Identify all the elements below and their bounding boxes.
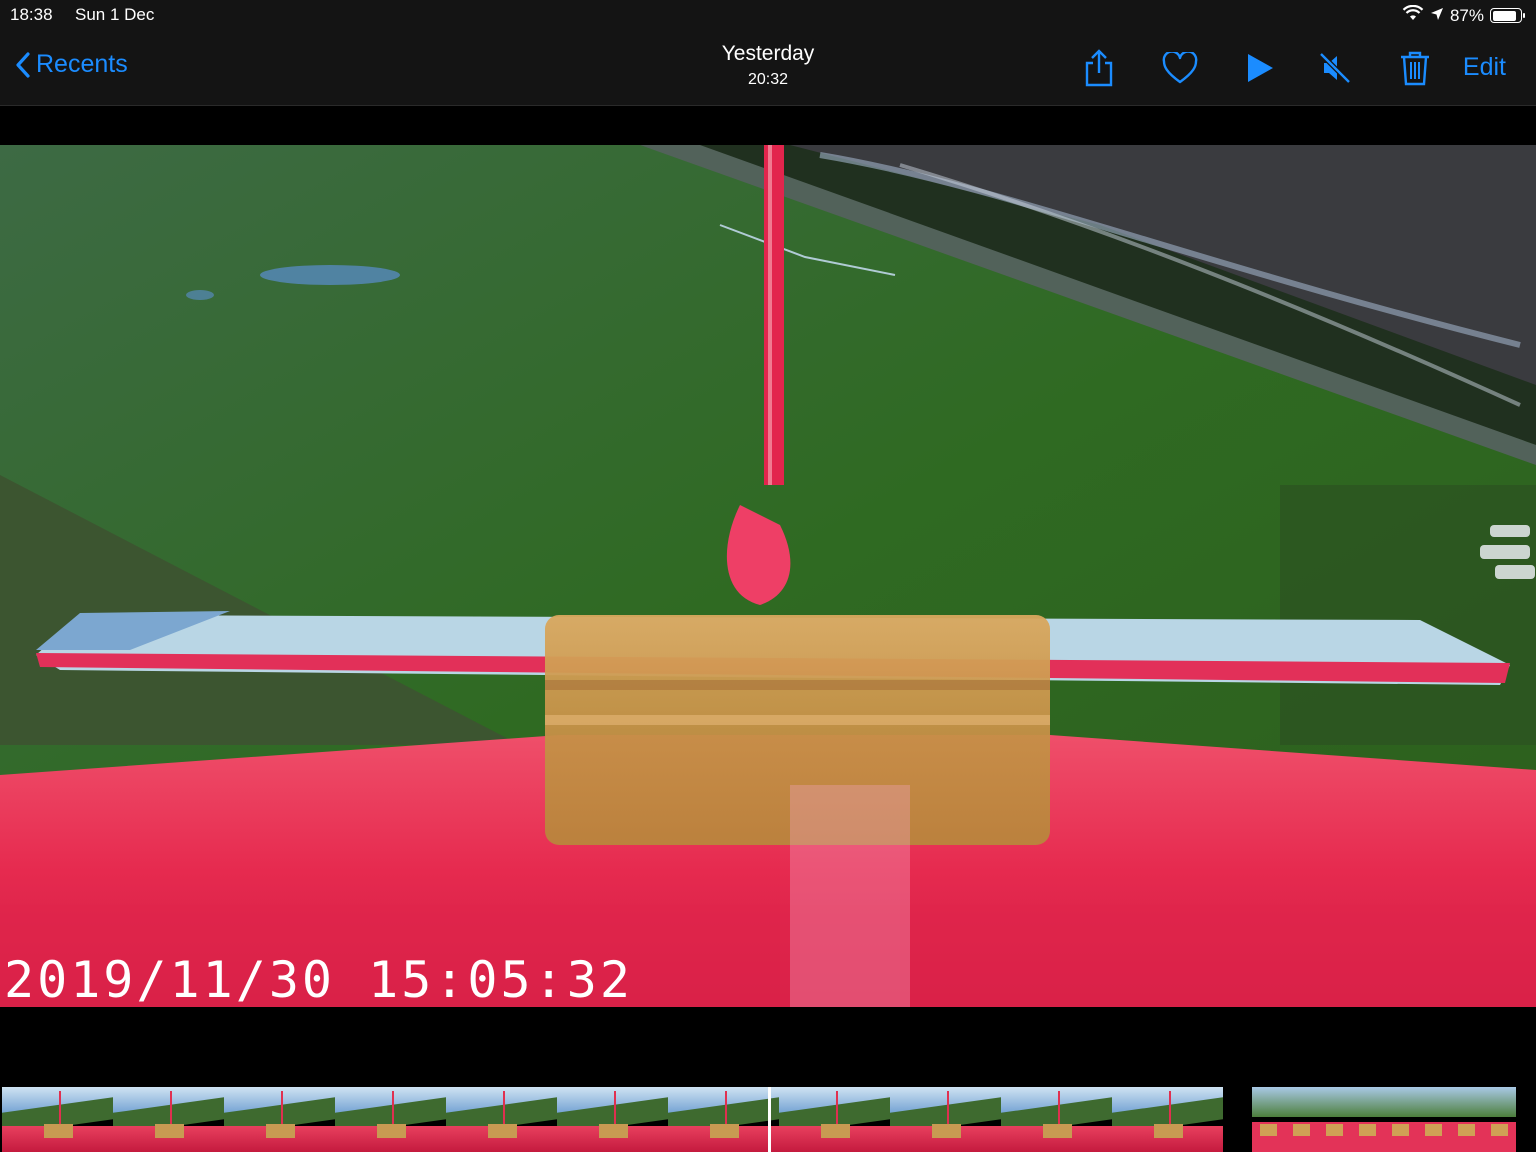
scrubber-frame [1001,1087,1112,1152]
scrubber-frame-mini [1384,1087,1417,1152]
back-button[interactable]: Recents [16,50,128,79]
playhead[interactable] [768,1087,771,1152]
trash-icon [1401,51,1429,86]
chevron-left-icon [16,51,30,78]
scrubber-frame [2,1087,113,1152]
scrubber-frame-mini [1351,1087,1384,1152]
status-bar: 18:38 Sun 1 Dec 87% [0,0,1536,30]
wifi-icon [1402,4,1424,26]
video-scrubber[interactable] [0,1087,1536,1152]
share-icon [1085,49,1113,87]
scrubber-frame [224,1087,335,1152]
battery-percent: 87% [1449,5,1484,25]
status-time: 18:38 [10,5,53,24]
battery-icon [1490,8,1525,23]
delete-button[interactable] [1395,48,1435,88]
video-timestamp: 2019/11/30 15:05:32 [4,951,633,1007]
mute-icon [1319,52,1351,84]
scrubber-frame-mini [1318,1087,1351,1152]
play-icon [1248,54,1273,82]
scrubber-frame-mini [1285,1087,1318,1152]
scrubber-frame [335,1087,446,1152]
scrubber-frame-mini [1252,1087,1285,1152]
scrubber-frame-mini [1450,1087,1483,1152]
scrubber-frame [1112,1087,1223,1152]
scrubber-frame [779,1087,890,1152]
heart-icon [1162,52,1198,84]
scrubber-frame [446,1087,557,1152]
status-indicators: 87% [1402,4,1525,26]
scrubber-frame [113,1087,224,1152]
favorite-button[interactable] [1160,48,1200,88]
location-icon [1430,6,1444,26]
video-frame[interactable]: 2019/11/30 15:05:32 [0,145,1536,1007]
scrubber-frame-mini [1417,1087,1450,1152]
scrubber-frame [890,1087,1001,1152]
status-date: Sun 1 Dec [75,5,155,24]
title-time: 20:32 [747,71,789,88]
scrubber-frame [557,1087,668,1152]
video-image [0,145,1536,1007]
title-date: Yesterday [721,42,815,65]
share-button[interactable] [1079,48,1119,88]
scrubber-frame [668,1087,779,1152]
scrubber-frame-mini [1483,1087,1516,1152]
play-button[interactable] [1240,48,1280,88]
nav-bar: Recents Yesterday 20:32 Edit [0,30,1536,106]
mute-button[interactable] [1315,48,1355,88]
back-button-label: Recents [36,50,128,78]
edit-button[interactable]: Edit [1463,53,1506,82]
page-title: Yesterday 20:32 [0,42,1536,89]
